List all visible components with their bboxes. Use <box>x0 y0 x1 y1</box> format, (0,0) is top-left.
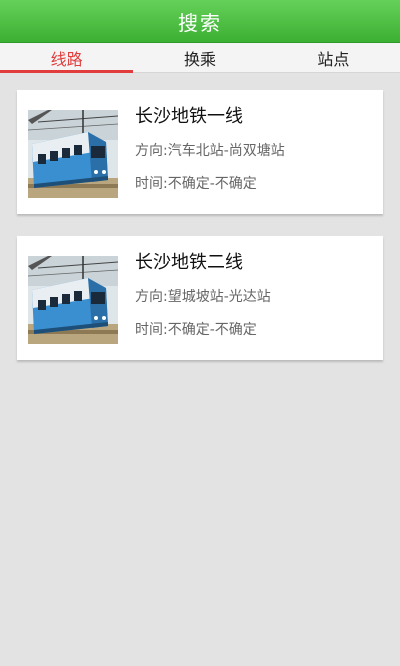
metro-train-icon <box>28 110 118 198</box>
title-bar: 搜索 <box>0 0 400 43</box>
tab-stations[interactable]: 站点 <box>267 43 400 72</box>
line-card[interactable]: 长沙地铁一线 方向:汽车北站-尚双塘站 时间:不确定-不确定 <box>17 90 383 214</box>
line-time: 时间:不确定-不确定 <box>135 176 257 192</box>
line-time: 时间:不确定-不确定 <box>135 322 257 338</box>
line-card[interactable]: 长沙地铁二线 方向:望城坡站-光达站 时间:不确定-不确定 <box>17 236 383 360</box>
metro-train-icon <box>28 256 118 344</box>
tab-lines[interactable]: 线路 <box>0 43 134 73</box>
page-title: 搜索 <box>178 10 222 35</box>
tab-bar: 线路 换乘 站点 <box>0 43 400 73</box>
tab-transfer[interactable]: 换乘 <box>133 43 266 72</box>
line-name: 长沙地铁一线 <box>135 106 243 127</box>
line-direction: 方向:汽车北站-尚双塘站 <box>135 143 285 159</box>
line-direction: 方向:望城坡站-光达站 <box>135 289 271 305</box>
line-name: 长沙地铁二线 <box>135 252 243 273</box>
